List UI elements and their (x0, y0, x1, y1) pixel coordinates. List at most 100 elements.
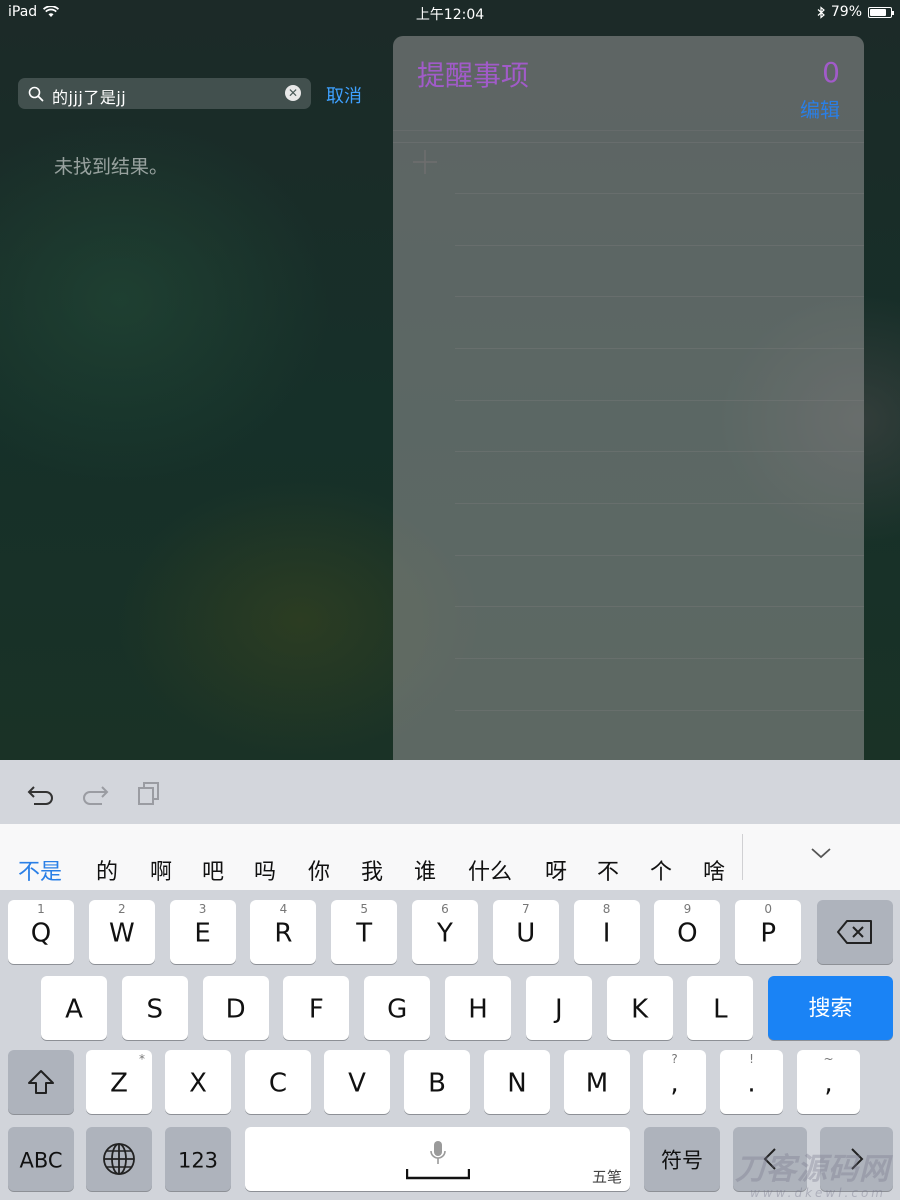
reminder-row-line (393, 142, 864, 143)
keyboard: 1Q2W3E4R5T6Y7U8I9O0P ASDFGHJKL 搜索 * Z X C V B… (0, 890, 900, 1200)
key-hint: 5 (360, 902, 368, 916)
key-label: F (308, 994, 324, 1025)
reminder-row-line (455, 503, 864, 504)
search-icon (28, 86, 44, 102)
key-label: T (356, 918, 373, 949)
key-label: S (146, 994, 164, 1025)
letter-key[interactable]: S (121, 976, 188, 1040)
abc-key[interactable]: ABC (8, 1127, 74, 1191)
key-hint: ? (671, 1052, 678, 1066)
number-key[interactable]: 123 (165, 1127, 231, 1191)
key-label: B (428, 1068, 446, 1099)
key-label: N (507, 1068, 527, 1099)
letter-key[interactable]: N (484, 1050, 550, 1114)
letter-key[interactable]: 1Q (8, 900, 74, 964)
candidate-word[interactable]: 谁 (414, 854, 436, 886)
candidate-word[interactable]: 吗 (254, 854, 276, 886)
cancel-button[interactable]: 取消 (326, 82, 362, 108)
letter-key[interactable]: 6Y (412, 900, 478, 964)
undo-icon[interactable] (26, 778, 56, 808)
letter-key[interactable]: L (687, 976, 754, 1040)
candidate-word[interactable]: 不 (597, 854, 619, 886)
reminder-row-line (455, 606, 864, 607)
key-label: , (670, 1068, 679, 1099)
key-hint: 4 (279, 902, 288, 916)
space-bar-glyph (405, 1169, 470, 1180)
letter-key[interactable]: C (245, 1050, 311, 1114)
key-label: H (468, 994, 488, 1025)
status-bar: iPad 上午12:04 79% (0, 0, 900, 24)
candidate-word[interactable]: 啊 (150, 854, 172, 886)
key-label: P (760, 918, 777, 949)
candidate-word[interactable]: 啥 (703, 854, 725, 886)
letter-key[interactable]: M (564, 1050, 630, 1114)
paste-icon[interactable] (134, 778, 164, 808)
letter-key[interactable]: 4R (250, 900, 317, 964)
search-field[interactable]: 的jjj了是jj ✕ (18, 78, 311, 109)
candidate-divider (742, 834, 743, 880)
edit-button[interactable]: 编辑 (800, 94, 840, 123)
candidate-word[interactable]: 的 (96, 854, 118, 886)
letter-key[interactable]: A (41, 976, 107, 1040)
add-reminder-icon[interactable] (413, 150, 437, 174)
shift-icon (28, 1070, 54, 1094)
key-label: X (189, 1068, 207, 1099)
letter-key[interactable]: H (445, 976, 511, 1040)
key-label: K (631, 994, 649, 1025)
key-hint: ~ (823, 1052, 834, 1066)
clear-icon[interactable]: ✕ (285, 85, 301, 101)
search-input[interactable]: 的jjj了是jj (52, 84, 126, 108)
candidate-word[interactable]: 我 (361, 854, 383, 886)
letter-key[interactable]: G (364, 976, 431, 1040)
candidate-word[interactable]: 不是 (18, 854, 62, 886)
letter-key[interactable]: B (404, 1050, 470, 1114)
key-hint: 1 (37, 902, 45, 916)
letter-key[interactable]: K (606, 976, 673, 1040)
letter-key[interactable]: ~, (797, 1050, 860, 1114)
key-hint: 8 (602, 902, 611, 916)
letter-key[interactable]: X (165, 1050, 231, 1114)
input-method-label: 五笔 (591, 1168, 622, 1186)
globe-key[interactable] (86, 1127, 152, 1191)
candidate-word[interactable]: 呀 (545, 854, 567, 886)
redo-icon[interactable] (80, 778, 110, 808)
search-key[interactable]: 搜索 (768, 976, 893, 1040)
reminders-widget: 提醒事项 0 编辑 (393, 36, 864, 760)
letter-key[interactable]: 5T (331, 900, 398, 964)
letter-key[interactable]: J (525, 976, 592, 1040)
candidate-word[interactable]: 什么 (468, 854, 512, 886)
letter-key[interactable]: D (202, 976, 269, 1040)
chevron-down-icon[interactable] (810, 846, 832, 860)
key-hint: ! (749, 1052, 754, 1066)
symbol-key-label: 符号 (661, 1148, 703, 1173)
letter-key[interactable]: 8I (573, 900, 640, 964)
reminder-row-line (455, 555, 864, 556)
key-label: D (225, 994, 246, 1025)
key-label: R (274, 918, 293, 949)
letter-key[interactable]: 9O (654, 900, 721, 964)
letter-key[interactable]: F (283, 976, 350, 1040)
backspace-icon (837, 920, 872, 944)
letter-key[interactable]: 3E (169, 900, 236, 964)
watermark-logo: 刀客源码网 (735, 1152, 890, 1187)
microphone-icon (429, 1140, 446, 1164)
letter-key[interactable]: 0P (735, 900, 802, 964)
globe-icon (103, 1143, 135, 1175)
symbol-key[interactable]: 符号 (644, 1127, 720, 1191)
letter-key[interactable]: V (324, 1050, 390, 1114)
abc-key-label: ABC (19, 1148, 63, 1173)
shift-key[interactable] (8, 1050, 74, 1114)
space-key[interactable]: 五笔 (245, 1127, 630, 1191)
letter-key[interactable]: 2W (88, 900, 155, 964)
letter-key[interactable]: ?, (643, 1050, 706, 1114)
delete-key[interactable] (817, 900, 893, 964)
candidate-word[interactable]: 个 (650, 854, 672, 886)
letter-key[interactable]: * Z (86, 1050, 152, 1114)
candidate-word[interactable]: 你 (308, 854, 330, 886)
letter-key[interactable]: !. (720, 1050, 783, 1114)
key-label: J (554, 994, 563, 1025)
candidate-word[interactable]: 吧 (202, 854, 224, 886)
clock: 上午12:04 (415, 7, 485, 23)
letter-key[interactable]: 7U (492, 900, 559, 964)
reminder-row-line (455, 296, 864, 297)
